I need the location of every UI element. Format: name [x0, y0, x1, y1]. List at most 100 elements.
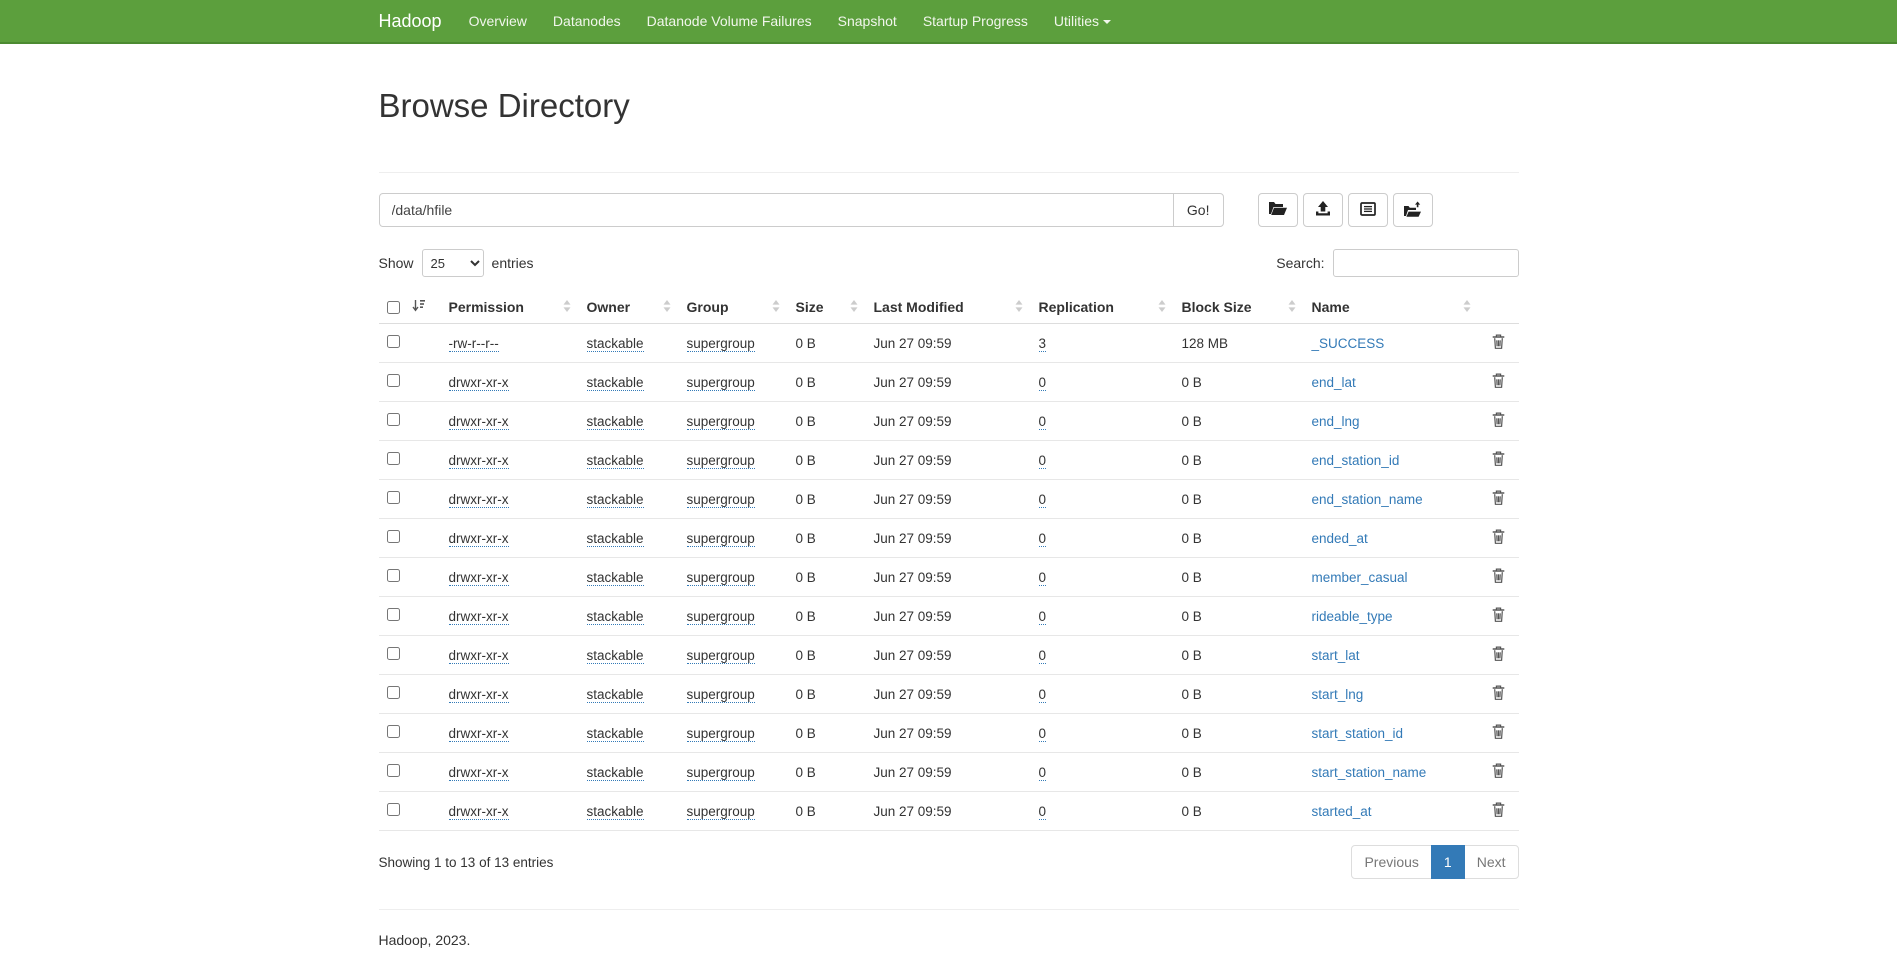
group-value[interactable]: supergroup: [687, 648, 755, 664]
owner-value[interactable]: stackable: [587, 570, 644, 586]
paste-button[interactable]: [1393, 193, 1433, 227]
header-permission[interactable]: Permission: [441, 291, 579, 324]
file-link[interactable]: start_station_name: [1312, 765, 1427, 780]
delete-button[interactable]: [1492, 724, 1505, 739]
group-value[interactable]: supergroup: [687, 375, 755, 391]
owner-value[interactable]: stackable: [587, 648, 644, 664]
file-link[interactable]: rideable_type: [1312, 609, 1393, 624]
file-link[interactable]: ended_at: [1312, 531, 1368, 546]
permission-value[interactable]: -rw-r--r--: [449, 336, 499, 352]
replication-value[interactable]: 0: [1039, 492, 1047, 508]
delete-button[interactable]: [1492, 685, 1505, 700]
header-owner[interactable]: Owner: [579, 291, 679, 324]
permission-value[interactable]: drwxr-xr-x: [449, 648, 509, 664]
replication-value[interactable]: 0: [1039, 609, 1047, 625]
owner-value[interactable]: stackable: [587, 414, 644, 430]
row-checkbox[interactable]: [387, 608, 400, 621]
row-checkbox[interactable]: [387, 491, 400, 504]
group-value[interactable]: supergroup: [687, 531, 755, 547]
nav-item-snapshot[interactable]: Snapshot: [825, 0, 910, 42]
owner-value[interactable]: stackable: [587, 765, 644, 781]
file-link[interactable]: end_station_name: [1312, 492, 1423, 507]
permission-value[interactable]: drwxr-xr-x: [449, 609, 509, 625]
group-value[interactable]: supergroup: [687, 414, 755, 430]
owner-value[interactable]: stackable: [587, 609, 644, 625]
owner-value[interactable]: stackable: [587, 726, 644, 742]
replication-value[interactable]: 0: [1039, 765, 1047, 781]
replication-value[interactable]: 0: [1039, 648, 1047, 664]
file-link[interactable]: end_lng: [1312, 414, 1360, 429]
group-value[interactable]: supergroup: [687, 687, 755, 703]
group-value[interactable]: supergroup: [687, 609, 755, 625]
owner-value[interactable]: stackable: [587, 375, 644, 391]
nav-item-startup-progress[interactable]: Startup Progress: [910, 0, 1041, 42]
group-value[interactable]: supergroup: [687, 570, 755, 586]
replication-value[interactable]: 0: [1039, 804, 1047, 820]
replication-value[interactable]: 0: [1039, 453, 1047, 469]
row-checkbox[interactable]: [387, 374, 400, 387]
replication-value[interactable]: 0: [1039, 414, 1047, 430]
delete-button[interactable]: [1492, 412, 1505, 427]
header-select-all[interactable]: [379, 291, 441, 324]
delete-button[interactable]: [1492, 490, 1505, 505]
permission-value[interactable]: drwxr-xr-x: [449, 765, 509, 781]
directory-path-input[interactable]: [379, 193, 1174, 227]
permission-value[interactable]: drwxr-xr-x: [449, 375, 509, 391]
header-last-modified[interactable]: Last Modified: [866, 291, 1031, 324]
file-link[interactable]: _SUCCESS: [1312, 336, 1385, 351]
cut-selection-button[interactable]: [1348, 193, 1388, 227]
header-replication[interactable]: Replication: [1031, 291, 1174, 324]
nav-item-datanode-volume-failures[interactable]: Datanode Volume Failures: [634, 0, 825, 42]
owner-value[interactable]: stackable: [587, 453, 644, 469]
delete-button[interactable]: [1492, 568, 1505, 583]
owner-value[interactable]: stackable: [587, 687, 644, 703]
search-input[interactable]: [1333, 249, 1519, 277]
row-checkbox[interactable]: [387, 725, 400, 738]
group-value[interactable]: supergroup: [687, 804, 755, 820]
permission-value[interactable]: drwxr-xr-x: [449, 726, 509, 742]
replication-value[interactable]: 0: [1039, 375, 1047, 391]
nav-item-overview[interactable]: Overview: [456, 0, 540, 42]
go-button[interactable]: Go!: [1173, 193, 1224, 227]
permission-value[interactable]: drwxr-xr-x: [449, 687, 509, 703]
permission-value[interactable]: drwxr-xr-x: [449, 414, 509, 430]
replication-value[interactable]: 0: [1039, 687, 1047, 703]
header-size[interactable]: Size: [788, 291, 866, 324]
owner-value[interactable]: stackable: [587, 804, 644, 820]
row-checkbox[interactable]: [387, 647, 400, 660]
permission-value[interactable]: drwxr-xr-x: [449, 804, 509, 820]
header-block-size[interactable]: Block Size: [1174, 291, 1304, 324]
delete-button[interactable]: [1492, 802, 1505, 817]
replication-value[interactable]: 3: [1039, 336, 1047, 352]
pagination-previous[interactable]: Previous: [1351, 845, 1431, 879]
row-checkbox[interactable]: [387, 686, 400, 699]
page-size-select[interactable]: 25: [422, 249, 484, 277]
row-checkbox[interactable]: [387, 413, 400, 426]
header-group[interactable]: Group: [679, 291, 788, 324]
file-link[interactable]: start_station_id: [1312, 726, 1404, 741]
permission-value[interactable]: drwxr-xr-x: [449, 570, 509, 586]
delete-button[interactable]: [1492, 763, 1505, 778]
row-checkbox[interactable]: [387, 803, 400, 816]
navbar-brand[interactable]: Hadoop: [379, 0, 442, 42]
pagination-next[interactable]: Next: [1464, 845, 1519, 879]
delete-button[interactable]: [1492, 529, 1505, 544]
replication-value[interactable]: 0: [1039, 570, 1047, 586]
delete-button[interactable]: [1492, 607, 1505, 622]
permission-value[interactable]: drwxr-xr-x: [449, 492, 509, 508]
row-checkbox[interactable]: [387, 452, 400, 465]
delete-button[interactable]: [1492, 451, 1505, 466]
delete-button[interactable]: [1492, 646, 1505, 661]
file-link[interactable]: start_lng: [1312, 687, 1364, 702]
pagination-page-1[interactable]: 1: [1431, 845, 1465, 879]
permission-value[interactable]: drwxr-xr-x: [449, 453, 509, 469]
header-name[interactable]: Name: [1304, 291, 1479, 324]
row-checkbox[interactable]: [387, 335, 400, 348]
create-directory-button[interactable]: [1258, 193, 1298, 227]
owner-value[interactable]: stackable: [587, 492, 644, 508]
file-link[interactable]: started_at: [1312, 804, 1372, 819]
group-value[interactable]: supergroup: [687, 765, 755, 781]
owner-value[interactable]: stackable: [587, 336, 644, 352]
select-all-checkbox[interactable]: [387, 301, 400, 314]
replication-value[interactable]: 0: [1039, 726, 1047, 742]
